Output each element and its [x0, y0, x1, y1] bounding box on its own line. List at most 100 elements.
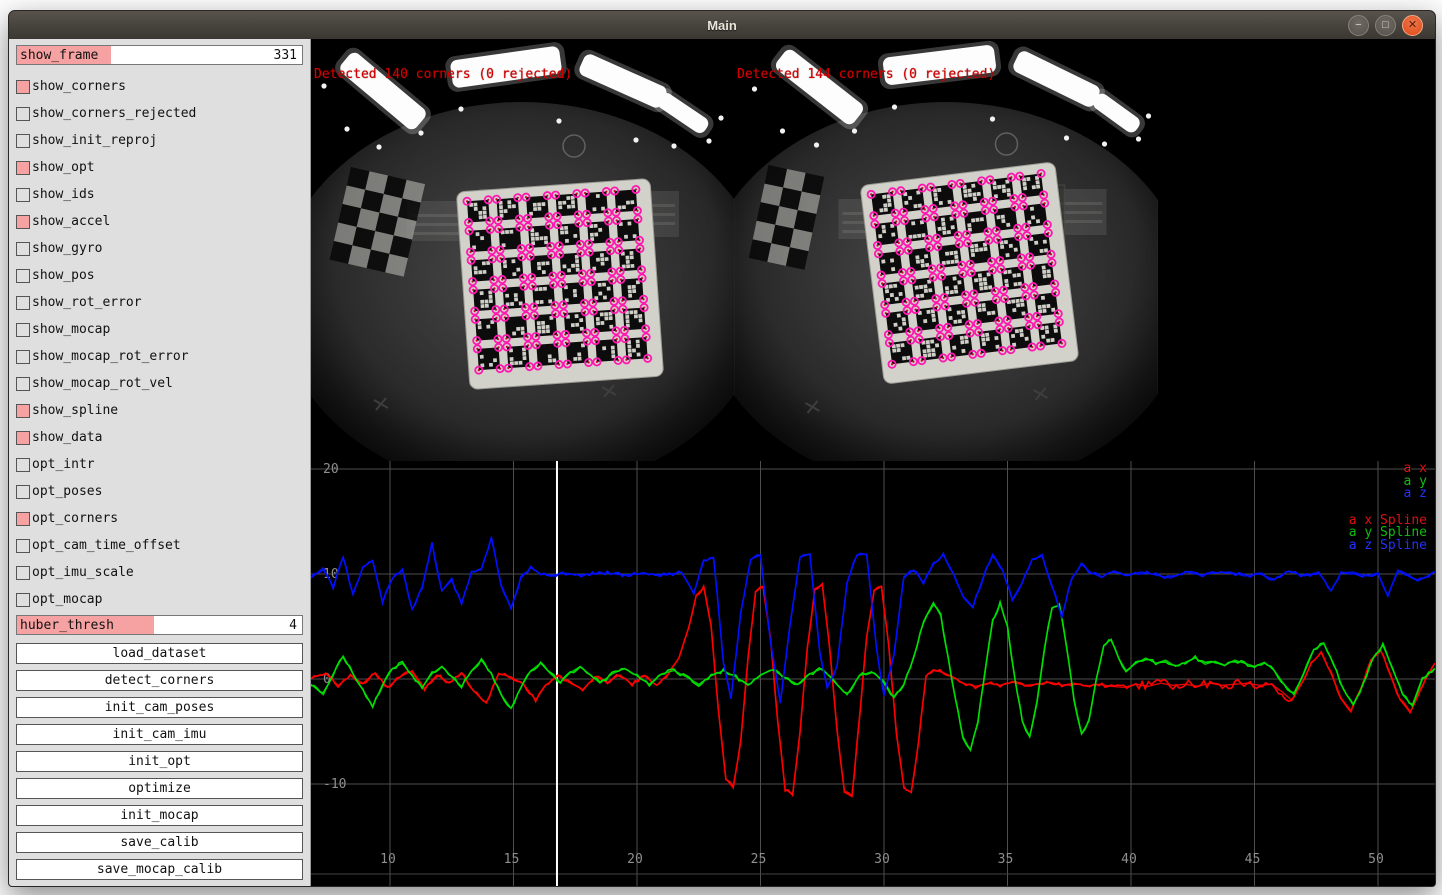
checkbox-row-show_corners_rejected[interactable]: show_corners_rejected: [16, 100, 303, 127]
window-controls: − □ ✕: [1348, 15, 1423, 36]
svg-text:15: 15: [504, 852, 520, 867]
legend-data-series: a xa ya z: [1349, 463, 1427, 501]
huber-thresh-slider[interactable]: huber_thresh 4: [16, 615, 303, 635]
button-load_dataset[interactable]: load_dataset: [16, 643, 303, 664]
checkbox-show_mocap[interactable]: [16, 323, 30, 337]
checkbox-label: show_mocap_rot_error: [32, 349, 189, 364]
checkbox-row-opt_intr[interactable]: opt_intr: [16, 451, 303, 478]
checkbox-list: show_corners show_corners_rejected show_in…: [16, 73, 303, 613]
checkbox-show_gyro[interactable]: [16, 242, 30, 256]
checkbox-row-show_accel[interactable]: show_accel: [16, 208, 303, 235]
checkbox-row-show_mocap[interactable]: show_mocap: [16, 316, 303, 343]
checkbox-show_mocap_rot_error[interactable]: [16, 350, 30, 364]
main-window: Main − □ ✕ show_frame 331 show_cornerssh…: [8, 10, 1436, 887]
action-buttons: load_dataset detect_corners init_cam_poses…: [16, 643, 303, 880]
checkbox-row-show_data[interactable]: show_data: [16, 424, 303, 451]
checkbox-row-show_spline[interactable]: show_spline: [16, 397, 303, 424]
checkbox-row-opt_mocap[interactable]: opt_mocap: [16, 586, 303, 613]
huber-thresh-value: 4: [289, 618, 297, 633]
checkbox-row-show_opt[interactable]: show_opt: [16, 154, 303, 181]
svg-text:40: 40: [1121, 852, 1137, 867]
checkbox-opt_poses[interactable]: [16, 485, 30, 499]
checkbox-show_opt[interactable]: [16, 161, 30, 175]
checkbox-row-opt_cam_time_offset[interactable]: opt_cam_time_offset: [16, 532, 303, 559]
button-init_opt[interactable]: init_opt: [16, 751, 303, 772]
svg-text:20: 20: [627, 852, 643, 867]
checkbox-opt_corners[interactable]: [16, 512, 30, 526]
button-init_cam_imu[interactable]: init_cam_imu: [16, 724, 303, 745]
checkbox-label: show_mocap_rot_vel: [32, 376, 173, 391]
checkbox-label: show_data: [32, 430, 102, 445]
checkbox-row-show_rot_error[interactable]: show_rot_error: [16, 289, 303, 316]
button-optimize[interactable]: optimize: [16, 778, 303, 799]
checkbox-row-opt_imu_scale[interactable]: opt_imu_scale: [16, 559, 303, 586]
checkbox-label: show_corners_rejected: [32, 106, 196, 121]
checkbox-label: show_rot_error: [32, 295, 142, 310]
checkbox-label: opt_corners: [32, 511, 118, 526]
checkbox-opt_cam_time_offset[interactable]: [16, 539, 30, 553]
checkbox-row-show_init_reproj[interactable]: show_init_reproj: [16, 127, 303, 154]
button-init_mocap[interactable]: init_mocap: [16, 805, 303, 826]
legend-entry-a-z: a z: [1349, 488, 1427, 501]
plot-canvas[interactable]: 10152025303540455020100-10: [311, 461, 1435, 886]
checkbox-row-opt_corners[interactable]: opt_corners: [16, 505, 303, 532]
checkbox-row-opt_poses[interactable]: opt_poses: [16, 478, 303, 505]
svg-text:20: 20: [323, 462, 339, 477]
screenshot-stage: Main − □ ✕ show_frame 331 show_cornerssh…: [0, 0, 1442, 895]
checkbox-label: show_corners: [32, 79, 126, 94]
checkbox-row-show_pos[interactable]: show_pos: [16, 262, 303, 289]
display-area: Detected 140 corners (0 rejected) Detect…: [311, 39, 1435, 886]
checkbox-row-show_gyro[interactable]: show_gyro: [16, 235, 303, 262]
checkbox-row-show_corners[interactable]: show_corners: [16, 73, 303, 100]
imu-plot[interactable]: 10152025303540455020100-10 a xa ya z a x…: [311, 461, 1435, 886]
checkbox-label: show_ids: [32, 187, 95, 202]
checkbox-show_ids[interactable]: [16, 188, 30, 202]
checkbox-row-show_mocap_rot_vel[interactable]: show_mocap_rot_vel: [16, 370, 303, 397]
checkbox-label: opt_mocap: [32, 592, 102, 607]
show-frame-slider[interactable]: show_frame 331: [16, 45, 303, 65]
camera-view-right[interactable]: [734, 39, 1158, 461]
legend-entry-a-z-Spline: a z Spline: [1349, 540, 1427, 553]
button-save_mocap_calib[interactable]: save_mocap_calib: [16, 859, 303, 880]
checkbox-show_rot_error[interactable]: [16, 296, 30, 310]
camera-view-left[interactable]: [311, 39, 734, 461]
show-frame-value: 331: [274, 48, 297, 63]
legend-spline-series: a x Splinea y Splinea z Spline: [1349, 515, 1427, 553]
maximize-button[interactable]: □: [1375, 15, 1396, 36]
checkbox-show_spline[interactable]: [16, 404, 30, 418]
checkbox-label: show_pos: [32, 268, 95, 283]
svg-text:30: 30: [874, 852, 890, 867]
checkbox-show_corners[interactable]: [16, 80, 30, 94]
svg-text:25: 25: [751, 852, 767, 867]
show-frame-label: show_frame: [20, 48, 98, 63]
button-detect_corners[interactable]: detect_corners: [16, 670, 303, 691]
checkbox-show_accel[interactable]: [16, 215, 30, 229]
checkbox-label: show_accel: [32, 214, 110, 229]
button-init_cam_poses[interactable]: init_cam_poses: [16, 697, 303, 718]
svg-text:10: 10: [380, 852, 396, 867]
button-save_calib[interactable]: save_calib: [16, 832, 303, 853]
minimize-button[interactable]: −: [1348, 15, 1369, 36]
checkbox-show_pos[interactable]: [16, 269, 30, 283]
checkbox-opt_mocap[interactable]: [16, 593, 30, 607]
svg-text:45: 45: [1245, 852, 1261, 867]
close-button[interactable]: ✕: [1402, 15, 1423, 36]
checkbox-row-show_mocap_rot_error[interactable]: show_mocap_rot_error: [16, 343, 303, 370]
control-panel: show_frame 331 show_corners show_corners_…: [9, 39, 311, 886]
checkbox-show_init_reproj[interactable]: [16, 134, 30, 148]
checkbox-label: opt_intr: [32, 457, 95, 472]
checkbox-opt_intr[interactable]: [16, 458, 30, 472]
checkbox-show_mocap_rot_vel[interactable]: [16, 377, 30, 391]
checkbox-row-show_ids[interactable]: show_ids: [16, 181, 303, 208]
checkbox-label: show_mocap: [32, 322, 110, 337]
svg-text:50: 50: [1368, 852, 1384, 867]
huber-thresh-label: huber_thresh: [20, 618, 114, 633]
checkbox-show_corners_rejected[interactable]: [16, 107, 30, 121]
title-bar[interactable]: Main − □ ✕: [9, 11, 1435, 40]
svg-text:35: 35: [998, 852, 1014, 867]
checkbox-label: opt_imu_scale: [32, 565, 134, 580]
window-title: Main: [707, 18, 737, 33]
checkbox-show_data[interactable]: [16, 431, 30, 445]
checkbox-opt_imu_scale[interactable]: [16, 566, 30, 580]
checkbox-label: show_spline: [32, 403, 118, 418]
